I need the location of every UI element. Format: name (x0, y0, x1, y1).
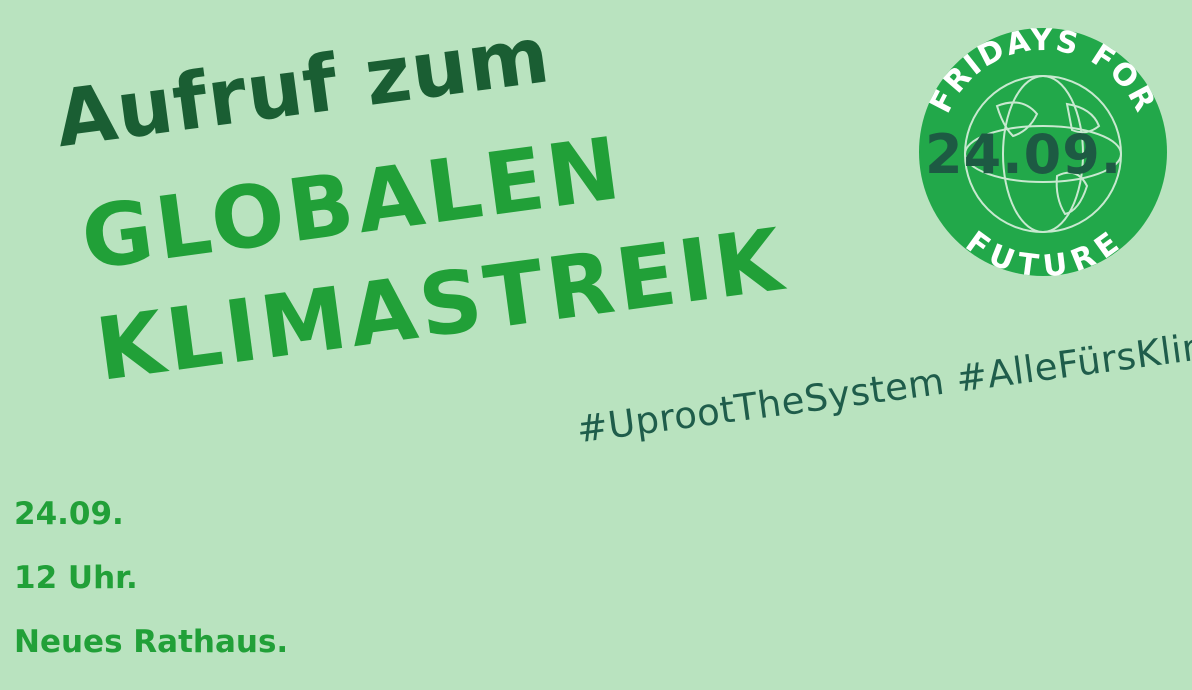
hashtags: #UprootTheSystem #AlleFürsKlima (574, 320, 1192, 452)
event-place: Neues Rathaus. (14, 624, 289, 660)
logo-overlay-date: 24.09. (925, 123, 1123, 186)
event-date: 24.09. (14, 496, 124, 532)
event-time: 12 Uhr. (14, 560, 138, 596)
